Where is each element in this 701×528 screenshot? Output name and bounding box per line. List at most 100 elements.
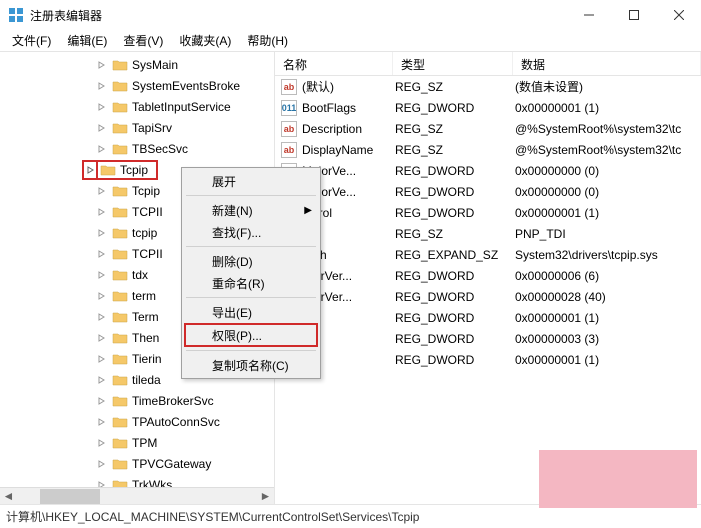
value-data: PNP_TDI <box>513 227 701 241</box>
binary-value-icon: 011 <box>281 100 297 116</box>
menu-edit[interactable]: 编辑(E) <box>59 30 115 51</box>
list-row[interactable]: 011MinorVe...REG_DWORD0x00000000 (0) <box>275 181 701 202</box>
expand-icon[interactable] <box>98 460 112 468</box>
value-type: REG_DWORD <box>393 206 513 220</box>
menu-expand[interactable]: 展开 <box>184 170 318 192</box>
tree-item[interactable]: TBSecSvc <box>0 138 274 159</box>
menu-find[interactable]: 查找(F)... <box>184 221 318 243</box>
menu-file[interactable]: 文件(F) <box>4 30 59 51</box>
context-menu: 展开 新建(N)▶ 查找(F)... 删除(D) 重命名(R) 导出(E) 权限… <box>181 167 321 379</box>
value-data: 0x00000001 (1) <box>513 311 701 325</box>
string-value-icon: ab <box>281 121 297 137</box>
tree-item[interactable]: TPVCGateway <box>0 453 274 474</box>
menu-view[interactable]: 查看(V) <box>115 30 171 51</box>
list-row[interactable]: 011ontrolREG_DWORD0x00000001 (1) <box>275 202 701 223</box>
menu-favorites[interactable]: 收藏夹(A) <box>171 30 239 51</box>
menu-new[interactable]: 新建(N)▶ <box>184 199 318 221</box>
expand-icon[interactable] <box>98 439 112 447</box>
status-path: 计算机\HKEY_LOCAL_MACHINE\SYSTEM\CurrentCon… <box>6 508 419 525</box>
menu-rename[interactable]: 重命名(R) <box>184 272 318 294</box>
menu-copy-key-name[interactable]: 复制项名称(C) <box>184 354 318 376</box>
expand-icon[interactable] <box>98 313 112 321</box>
expand-icon[interactable] <box>98 418 112 426</box>
folder-icon <box>112 79 128 93</box>
value-data: System32\drivers\tcpip.sys <box>513 248 701 262</box>
expand-icon[interactable] <box>98 397 112 405</box>
tree-item-label: tdx <box>132 268 148 282</box>
value-type: REG_SZ <box>393 122 513 136</box>
scroll-left-icon[interactable]: ◄ <box>0 489 17 504</box>
expand-icon[interactable] <box>98 229 112 237</box>
menu-export[interactable]: 导出(E) <box>184 301 318 323</box>
value-data: 0x00000006 (6) <box>513 269 701 283</box>
expand-icon[interactable] <box>98 355 112 363</box>
value-data: 0x00000028 (40) <box>513 290 701 304</box>
scrollbar-thumb[interactable] <box>40 489 100 504</box>
value-type: REG_DWORD <box>393 164 513 178</box>
value-type: REG_SZ <box>393 227 513 241</box>
list-row[interactable]: 011linorVer...REG_DWORD0x00000028 (40) <box>275 286 701 307</box>
horizontal-scrollbar[interactable]: ◄ ► <box>0 487 274 504</box>
list-row[interactable]: 011REG_DWORD0x00000001 (1) <box>275 349 701 370</box>
tree-item[interactable]: TPAutoConnSvc <box>0 411 274 432</box>
tree-item[interactable]: SystemEventsBroke <box>0 75 274 96</box>
tree-item-label: SysMain <box>132 58 178 72</box>
expand-icon[interactable] <box>98 61 112 69</box>
list-row[interactable]: 011REG_DWORD0x00000003 (3) <box>275 328 701 349</box>
maximize-button[interactable] <box>611 0 656 30</box>
tree-item[interactable]: TimeBrokerSvc <box>0 390 274 411</box>
list-row[interactable]: abDisplayNameREG_SZ@%SystemRoot%\system3… <box>275 139 701 160</box>
folder-icon <box>112 352 128 366</box>
tree-item-label: TCPII <box>132 205 163 219</box>
list-row[interactable]: 011BootFlagsREG_DWORD0x00000001 (1) <box>275 97 701 118</box>
list-row[interactable]: ab(默认)REG_SZ(数值未设置) <box>275 76 701 97</box>
column-name[interactable]: 名称 <box>275 52 393 75</box>
expand-icon[interactable] <box>98 187 112 195</box>
folder-icon <box>112 310 128 324</box>
expand-icon[interactable] <box>98 292 112 300</box>
tree-item[interactable]: TapiSrv <box>0 117 274 138</box>
expand-icon[interactable] <box>98 124 112 132</box>
column-type[interactable]: 类型 <box>393 52 513 75</box>
folder-icon <box>112 268 128 282</box>
expand-icon[interactable] <box>98 250 112 258</box>
tree-item[interactable]: SysMain <box>0 54 274 75</box>
list-pane[interactable]: 名称 类型 数据 ab(默认)REG_SZ(数值未设置)011BootFlags… <box>275 52 701 504</box>
expand-icon[interactable] <box>98 376 112 384</box>
expand-icon[interactable] <box>98 145 112 153</box>
folder-icon <box>112 205 128 219</box>
list-row[interactable]: abPathREG_EXPAND_SZSystem32\drivers\tcpi… <box>275 244 701 265</box>
list-row[interactable]: 011lajorVer...REG_DWORD0x00000006 (6) <box>275 265 701 286</box>
list-row[interactable]: 011MajorVe...REG_DWORD0x00000000 (0) <box>275 160 701 181</box>
tree-item-label: Then <box>132 331 159 345</box>
minimize-button[interactable] <box>566 0 611 30</box>
expand-icon[interactable] <box>98 208 112 216</box>
menu-delete[interactable]: 删除(D) <box>184 250 318 272</box>
expand-icon[interactable] <box>98 334 112 342</box>
scroll-right-icon[interactable]: ► <box>257 489 274 504</box>
value-data: 0x00000003 (3) <box>513 332 701 346</box>
folder-icon <box>112 226 128 240</box>
expand-icon[interactable] <box>98 82 112 90</box>
expand-icon[interactable] <box>98 271 112 279</box>
folder-icon <box>112 184 128 198</box>
menu-permissions[interactable]: 权限(P)... <box>184 323 318 347</box>
tree-item-label: TPM <box>132 436 157 450</box>
window-title: 注册表编辑器 <box>30 7 566 24</box>
folder-icon <box>112 373 128 387</box>
folder-icon <box>100 163 116 177</box>
menu-help[interactable]: 帮助(H) <box>239 30 296 51</box>
list-row[interactable]: 011REG_DWORD0x00000001 (1) <box>275 307 701 328</box>
tree-item[interactable]: TabletInputService <box>0 96 274 117</box>
value-data: 0x00000001 (1) <box>513 101 701 115</box>
expand-icon[interactable] <box>98 103 112 111</box>
list-row[interactable]: abREG_SZPNP_TDI <box>275 223 701 244</box>
close-button[interactable] <box>656 0 701 30</box>
folder-icon <box>112 331 128 345</box>
column-data[interactable]: 数据 <box>513 52 701 75</box>
tree-item-label: SystemEventsBroke <box>132 79 240 93</box>
tree-item-label: Tcpip <box>132 184 160 198</box>
menu-separator <box>186 195 316 196</box>
tree-item[interactable]: TPM <box>0 432 274 453</box>
list-row[interactable]: abDescriptionREG_SZ@%SystemRoot%\system3… <box>275 118 701 139</box>
